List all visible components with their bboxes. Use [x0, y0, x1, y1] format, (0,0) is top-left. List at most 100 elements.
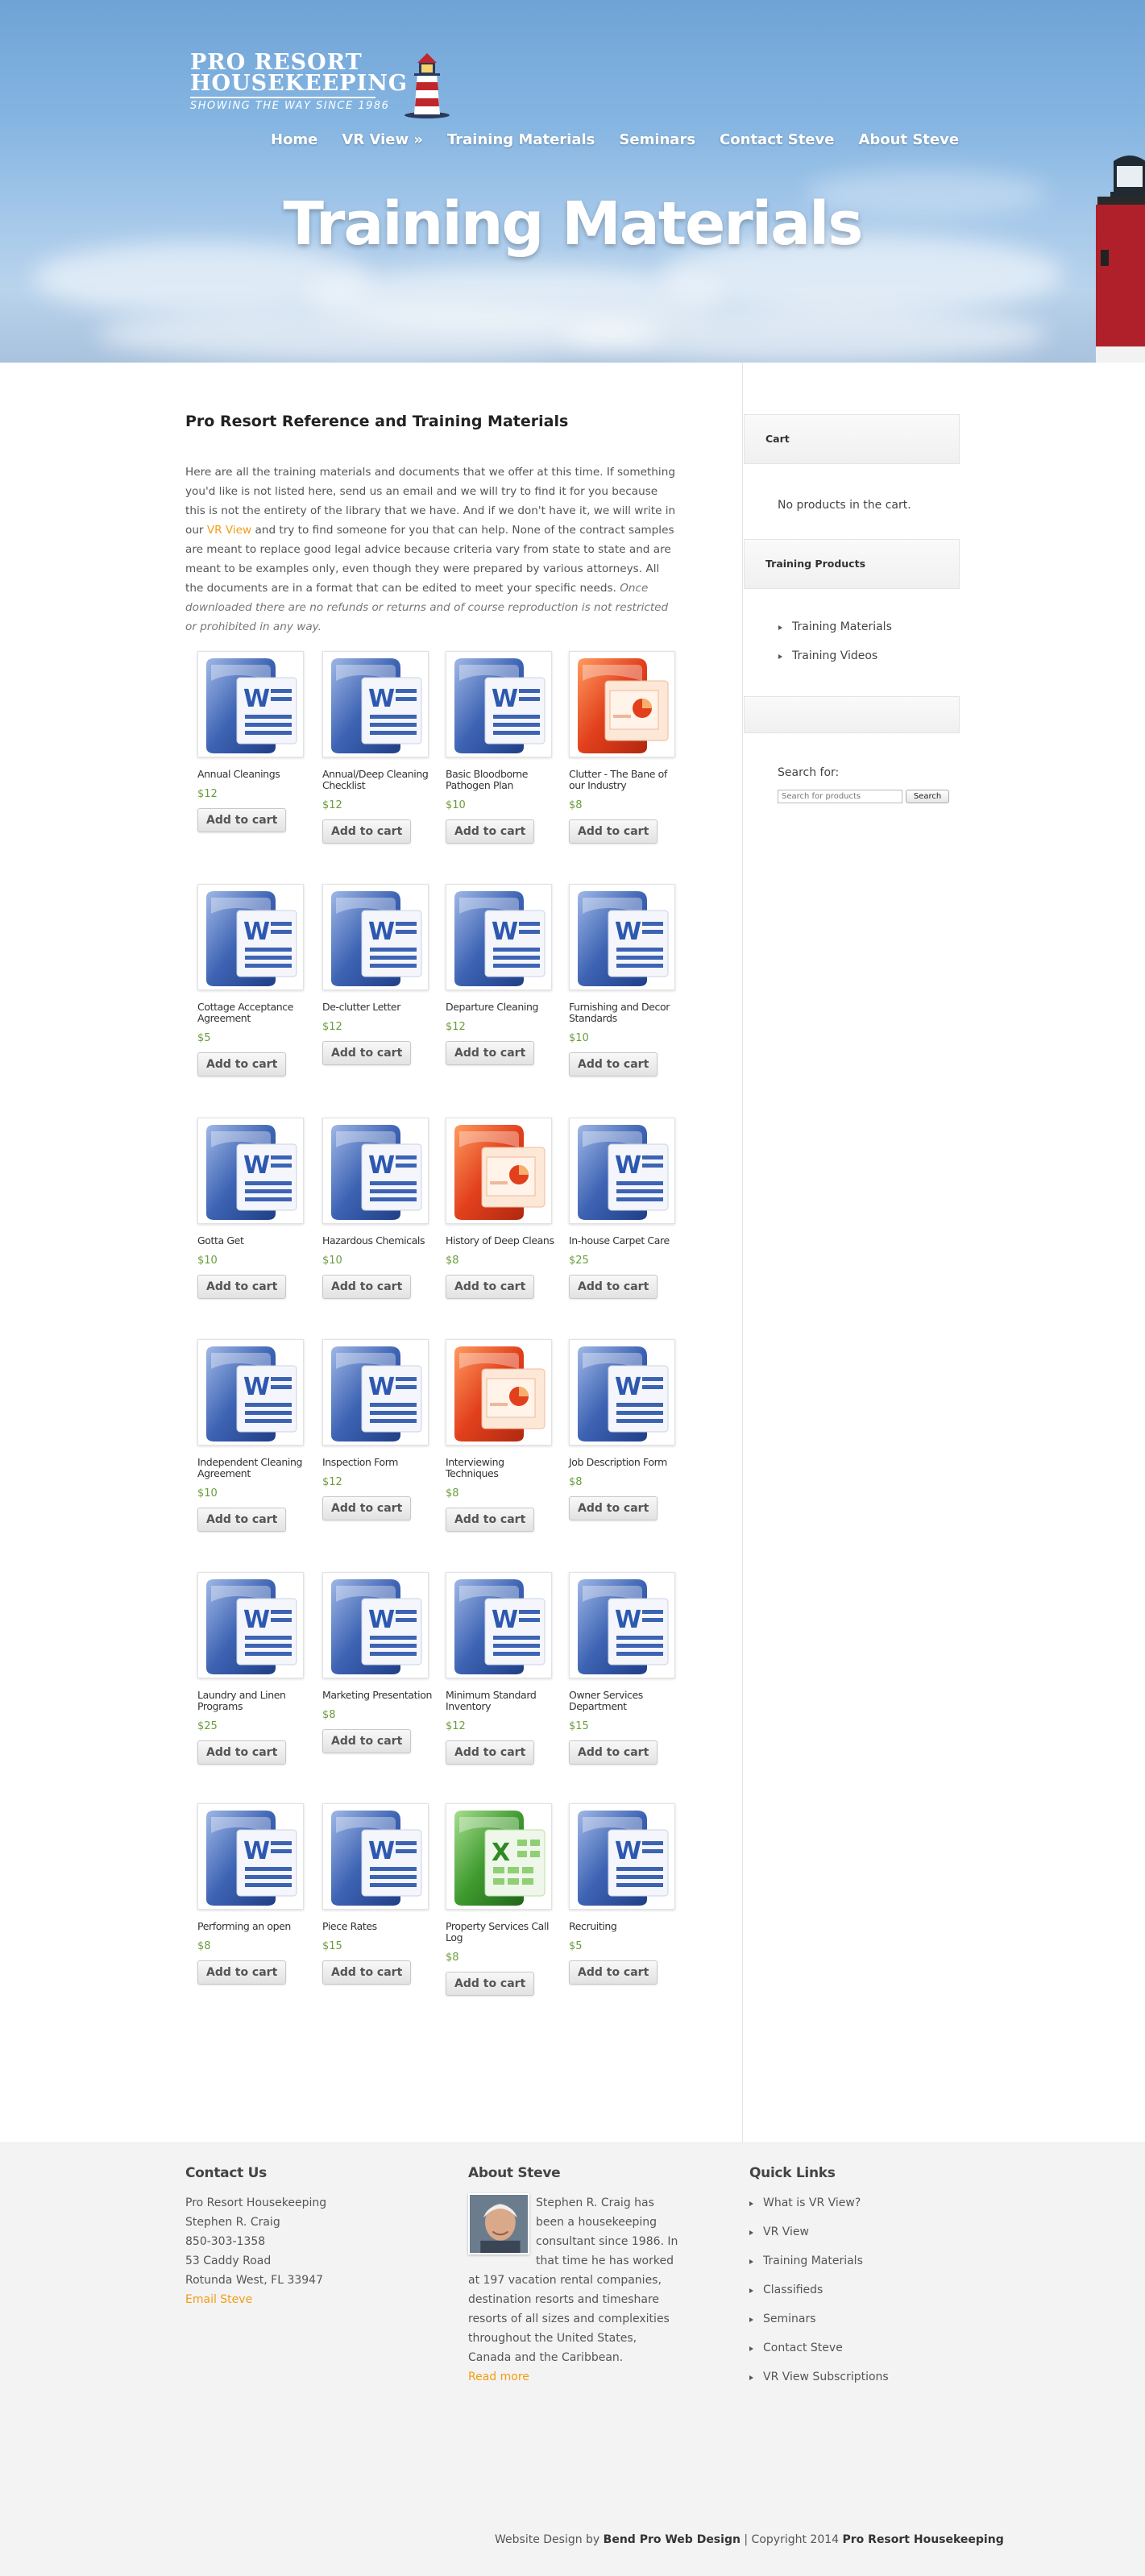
add-to-cart-button[interactable]: Add to cart: [197, 1740, 287, 1765]
product-name[interactable]: Performing an open: [197, 1921, 309, 1932]
product-thumbnail[interactable]: [446, 1339, 552, 1446]
sidebar-link-training-videos[interactable]: Training Videos: [778, 649, 877, 662]
product-thumbnail[interactable]: W: [569, 1118, 675, 1224]
quick-link-label: Training Materials: [763, 2255, 863, 2267]
add-to-cart-button[interactable]: Add to cart: [197, 1508, 287, 1532]
product-name[interactable]: Marketing Presentation: [322, 1690, 434, 1701]
product-thumbnail[interactable]: W: [569, 884, 675, 990]
product-name[interactable]: In-house Carpet Care: [569, 1235, 680, 1247]
product-thumbnail[interactable]: W: [446, 1572, 552, 1678]
product-card: W Hazardous Chemicals $10 Add to cart: [322, 1118, 435, 1299]
product-thumbnail[interactable]: W: [197, 884, 304, 990]
add-to-cart-button[interactable]: Add to cart: [322, 1729, 412, 1753]
add-to-cart-button[interactable]: Add to cart: [322, 1960, 412, 1985]
add-to-cart-button[interactable]: Add to cart: [197, 1275, 287, 1299]
product-name[interactable]: Owner Services Department: [569, 1690, 680, 1712]
product-name[interactable]: Annual/Deep Cleaning Checklist: [322, 769, 434, 791]
product-name[interactable]: Departure Cleaning: [446, 1002, 557, 1013]
product-name[interactable]: Clutter - The Bane of our Industry: [569, 769, 680, 791]
product-name[interactable]: Annual Cleanings: [197, 769, 309, 780]
search-button[interactable]: Search: [906, 790, 949, 803]
quick-link-seminars[interactable]: Seminars: [749, 2313, 816, 2325]
quick-link-contact-steve[interactable]: Contact Steve: [749, 2342, 843, 2354]
product-name[interactable]: Laundry and Linen Programs: [197, 1690, 309, 1712]
add-to-cart-button[interactable]: Add to cart: [569, 819, 658, 844]
add-to-cart-button[interactable]: Add to cart: [446, 819, 535, 844]
add-to-cart-button[interactable]: Add to cart: [446, 1041, 535, 1065]
add-to-cart-button[interactable]: Add to cart: [197, 808, 287, 832]
add-to-cart-button[interactable]: Add to cart: [197, 1052, 287, 1076]
product-name[interactable]: Minimum Standard Inventory: [446, 1690, 557, 1712]
product-name[interactable]: Interviewing Techniques: [446, 1457, 557, 1479]
product-name[interactable]: History of Deep Cleans: [446, 1235, 557, 1247]
search-input[interactable]: [778, 790, 902, 803]
product-name[interactable]: Basic Bloodborne Pathogen Plan: [446, 769, 557, 791]
main-nav: Home VR View » Training Materials Semina…: [271, 131, 983, 156]
nav-seminars[interactable]: Seminars: [619, 131, 695, 156]
product-name[interactable]: Inspection Form: [322, 1457, 434, 1468]
add-to-cart-button[interactable]: Add to cart: [569, 1740, 658, 1765]
product-thumbnail[interactable]: W: [569, 1339, 675, 1446]
product-thumbnail[interactable]: W: [322, 884, 429, 990]
add-to-cart-button[interactable]: Add to cart: [446, 1275, 535, 1299]
product-price: $12: [322, 1476, 342, 1488]
product-name[interactable]: Gotta Get: [197, 1235, 309, 1247]
read-more-link[interactable]: Read more: [468, 2371, 529, 2383]
add-to-cart-button[interactable]: Add to cart: [446, 1972, 535, 1996]
quick-link-vr-view[interactable]: VR View: [749, 2225, 809, 2238]
product-name[interactable]: Cottage Acceptance Agreement: [197, 1002, 309, 1024]
product-thumbnail[interactable]: [446, 1118, 552, 1224]
add-to-cart-button[interactable]: Add to cart: [446, 1508, 535, 1532]
add-to-cart-button[interactable]: Add to cart: [322, 1275, 412, 1299]
add-to-cart-button[interactable]: Add to cart: [569, 1960, 658, 1985]
product-thumbnail[interactable]: W: [197, 1118, 304, 1224]
add-to-cart-button[interactable]: Add to cart: [322, 1041, 412, 1065]
product-name[interactable]: Furnishing and Decor Standards: [569, 1002, 680, 1024]
product-thumbnail[interactable]: W: [569, 1572, 675, 1678]
product-thumbnail[interactable]: W: [446, 884, 552, 990]
nav-contact-steve[interactable]: Contact Steve: [720, 131, 834, 156]
sidebar-link-training-materials[interactable]: Training Materials: [778, 620, 892, 633]
add-to-cart-button[interactable]: Add to cart: [322, 819, 412, 844]
nav-about-steve[interactable]: About Steve: [858, 131, 959, 156]
product-name[interactable]: Hazardous Chemicals: [322, 1235, 434, 1247]
product-thumbnail[interactable]: W: [322, 1118, 429, 1224]
product-name[interactable]: De-clutter Letter: [322, 1002, 434, 1013]
product-thumbnail[interactable]: W: [197, 1803, 304, 1910]
add-to-cart-button[interactable]: Add to cart: [322, 1496, 412, 1520]
designer-link[interactable]: Bend Pro Web Design: [604, 2533, 741, 2546]
product-name[interactable]: Piece Rates: [322, 1921, 434, 1932]
product-thumbnail[interactable]: W: [197, 1572, 304, 1678]
product-price: $8: [446, 1952, 459, 1964]
owner-link[interactable]: Pro Resort Housekeeping: [843, 2533, 1004, 2546]
product-thumbnail[interactable]: W: [322, 1339, 429, 1446]
product-name[interactable]: Recruiting: [569, 1921, 680, 1932]
quick-link-classifieds[interactable]: Classifieds: [749, 2284, 823, 2296]
add-to-cart-button[interactable]: Add to cart: [569, 1275, 658, 1299]
product-thumbnail[interactable]: W: [446, 651, 552, 757]
add-to-cart-button[interactable]: Add to cart: [197, 1960, 287, 1985]
nav-training-materials[interactable]: Training Materials: [447, 131, 595, 156]
add-to-cart-button[interactable]: Add to cart: [446, 1740, 535, 1765]
product-thumbnail[interactable]: W: [322, 1803, 429, 1910]
product-thumbnail[interactable]: W: [569, 1803, 675, 1910]
product-thumbnail[interactable]: W: [197, 1339, 304, 1446]
product-thumbnail[interactable]: W: [322, 1572, 429, 1678]
product-thumbnail[interactable]: W: [197, 651, 304, 757]
product-thumbnail[interactable]: X: [446, 1803, 552, 1910]
email-steve-link[interactable]: Email Steve: [185, 2293, 252, 2306]
product-thumbnail[interactable]: W: [322, 651, 429, 757]
product-name[interactable]: Property Services Call Log: [446, 1921, 557, 1943]
add-to-cart-button[interactable]: Add to cart: [569, 1052, 658, 1076]
product-name[interactable]: Job Description Form: [569, 1457, 680, 1468]
quick-link-vr-view-subscriptions[interactable]: VR View Subscriptions: [749, 2371, 889, 2383]
quick-link-what-is-vr-view[interactable]: What is VR View?: [749, 2196, 861, 2209]
add-to-cart-button[interactable]: Add to cart: [569, 1496, 658, 1520]
vr-view-link[interactable]: VR View: [207, 524, 251, 537]
nav-home[interactable]: Home: [271, 131, 317, 156]
nav-vr-view[interactable]: VR View »: [342, 131, 423, 156]
quick-link-training-materials[interactable]: Training Materials: [749, 2255, 863, 2267]
product-thumbnail[interactable]: [569, 651, 675, 757]
product-name[interactable]: Independent Cleaning Agreement: [197, 1457, 309, 1479]
search-label: Search for:: [778, 766, 840, 779]
